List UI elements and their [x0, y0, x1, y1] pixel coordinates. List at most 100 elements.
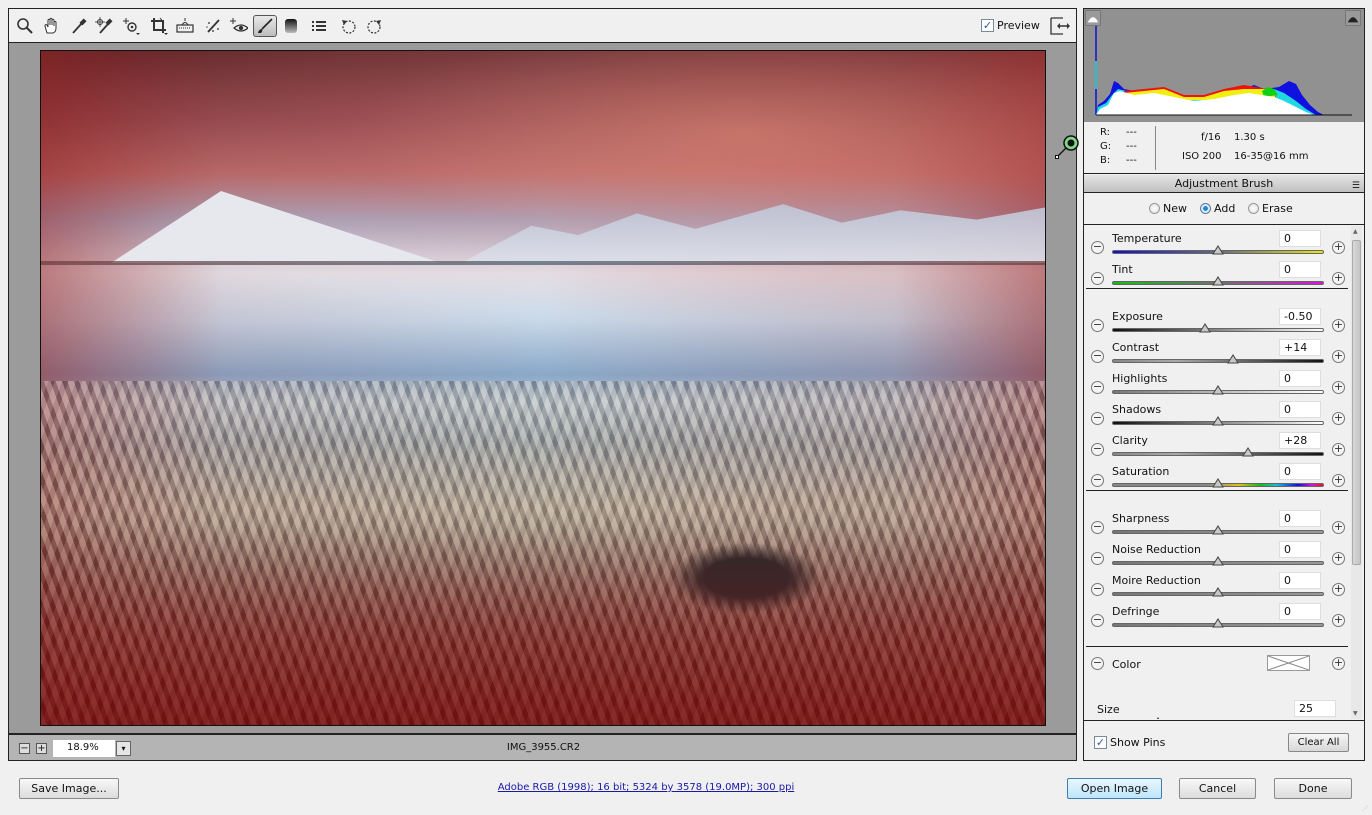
contrast-value-field[interactable]: +14 — [1279, 339, 1321, 356]
graduated-filter-tool-button[interactable] — [279, 15, 303, 37]
shadows-thumb[interactable] — [1212, 415, 1224, 426]
exposure-thumb[interactable] — [1199, 322, 1212, 333]
defringe-label: Defringe — [1112, 605, 1160, 618]
checkbox-checked-icon[interactable]: ✓ — [1094, 736, 1107, 749]
cancel-button[interactable]: Cancel — [1179, 778, 1256, 799]
increase-sharpness-button[interactable]: + — [1332, 521, 1345, 534]
moire-reduction-value-field[interactable]: 0 — [1279, 572, 1321, 589]
adjustment-pin[interactable] — [1054, 134, 1080, 160]
color-swatch[interactable] — [1267, 655, 1310, 671]
noise-reduction-thumb[interactable] — [1212, 555, 1224, 566]
scrollbar-thumb[interactable] — [1352, 240, 1361, 565]
temperature-value-field[interactable]: 0 — [1279, 230, 1321, 247]
increase-defringe-button[interactable]: + — [1332, 614, 1345, 627]
open-image-button[interactable]: Open Image — [1067, 778, 1162, 799]
decrease-noise-reduction-button[interactable]: − — [1091, 552, 1104, 565]
contrast-track[interactable] — [1112, 359, 1324, 363]
increase-moire-reduction-button[interactable]: + — [1332, 583, 1345, 596]
noise-reduction-value-field[interactable]: 0 — [1279, 541, 1321, 558]
decrease-tint-button[interactable]: − — [1091, 272, 1104, 285]
clarity-thumb[interactable] — [1241, 446, 1254, 457]
crop-tool-button[interactable] — [147, 15, 171, 37]
highlight-clipping-warning-button[interactable] — [1345, 10, 1361, 26]
defringe-thumb[interactable] — [1212, 617, 1224, 628]
decrease-highlights-button[interactable]: − — [1091, 381, 1104, 394]
size-value-field[interactable]: 25 — [1294, 700, 1336, 717]
tint-thumb[interactable] — [1212, 275, 1224, 286]
photo-preview[interactable] — [40, 50, 1046, 726]
highlights-thumb[interactable] — [1212, 384, 1224, 395]
shadows-value-field[interactable]: 0 — [1279, 401, 1321, 418]
radio-icon[interactable] — [1149, 203, 1160, 214]
resize-grip-icon[interactable]: ⋰ — [1362, 805, 1368, 812]
increase-noise-reduction-button[interactable]: + — [1332, 552, 1345, 565]
decrease-saturation-button[interactable]: − — [1091, 474, 1104, 487]
shadow-clipping-warning-button[interactable] — [1085, 10, 1101, 26]
clarity-value-field[interactable]: +28 — [1279, 432, 1321, 449]
increase-clarity-button[interactable]: + — [1332, 443, 1345, 456]
decrease-exposure-button[interactable]: − — [1091, 319, 1104, 332]
mode-erase[interactable]: Erase — [1248, 202, 1293, 215]
fullscreen-toggle-button[interactable] — [1049, 16, 1071, 36]
show-pins-checkbox[interactable]: ✓ Show Pins — [1094, 736, 1165, 749]
red-eye-tool-button[interactable] — [227, 15, 251, 37]
image-canvas[interactable] — [8, 42, 1080, 734]
increase-temperature-button[interactable]: + — [1332, 241, 1345, 254]
clear-all-button[interactable]: Clear All — [1288, 733, 1349, 752]
mode-new[interactable]: New — [1149, 202, 1187, 215]
color-sampler-tool-button[interactable] — [92, 15, 116, 37]
scroll-up-icon[interactable]: ▲ — [1353, 228, 1358, 235]
sharpness-thumb[interactable] — [1212, 524, 1224, 535]
decrease-contrast-button[interactable]: − — [1091, 350, 1104, 363]
clarity-track[interactable] — [1112, 452, 1324, 456]
size-thumb[interactable] — [1152, 716, 1164, 719]
workflow-options-text[interactable]: Adobe RGB (1998); 16 bit; 5324 by 3578 (… — [498, 782, 795, 793]
saturation-value-field[interactable]: 0 — [1279, 463, 1321, 480]
decrease-shadows-button[interactable]: − — [1091, 412, 1104, 425]
checkbox-checked-icon[interactable]: ✓ — [981, 19, 994, 32]
increase-exposure-button[interactable]: + — [1332, 319, 1345, 332]
temperature-thumb[interactable] — [1212, 244, 1224, 255]
decrease-moire-reduction-button[interactable]: − — [1091, 583, 1104, 596]
decrease-defringe-button[interactable]: − — [1091, 614, 1104, 627]
preferences-button[interactable] — [307, 15, 331, 37]
decrease-color-button[interactable]: − — [1091, 657, 1104, 670]
exposure-value-field[interactable]: -0.50 — [1279, 308, 1321, 325]
mode-add[interactable]: Add — [1200, 202, 1235, 215]
tint-value-field[interactable]: 0 — [1279, 261, 1321, 278]
defringe-value-field[interactable]: 0 — [1279, 603, 1321, 620]
gradient-icon — [285, 19, 297, 33]
preview-checkbox[interactable]: ✓ Preview — [981, 19, 1040, 32]
increase-contrast-button[interactable]: + — [1332, 350, 1345, 363]
rotate-cw-button[interactable] — [362, 15, 386, 37]
scroll-down-icon[interactable]: ▼ — [1353, 710, 1358, 717]
increase-color-button[interactable]: + — [1332, 657, 1345, 670]
adjustment-brush-tool-button[interactable] — [253, 15, 277, 37]
sharpness-value-field[interactable]: 0 — [1279, 510, 1321, 527]
highlights-value-field[interactable]: 0 — [1279, 370, 1321, 387]
increase-shadows-button[interactable]: + — [1332, 412, 1345, 425]
decrease-clarity-button[interactable]: − — [1091, 443, 1104, 456]
radio-selected-icon[interactable] — [1200, 203, 1211, 214]
decrease-sharpness-button[interactable]: − — [1091, 521, 1104, 534]
panel-menu-icon[interactable]: ☰ — [1352, 178, 1360, 195]
done-button[interactable]: Done — [1274, 778, 1352, 799]
hand-tool-button[interactable] — [39, 15, 63, 37]
spot-removal-tool-button[interactable] — [201, 15, 225, 37]
increase-highlights-button[interactable]: + — [1332, 381, 1345, 394]
targeted-adjustment-tool-button[interactable] — [119, 15, 143, 37]
zoom-tool-button[interactable] — [13, 15, 37, 37]
exposure-track[interactable] — [1112, 328, 1324, 332]
radio-icon[interactable] — [1248, 203, 1259, 214]
contrast-thumb[interactable] — [1226, 353, 1239, 364]
increase-saturation-button[interactable]: + — [1332, 474, 1345, 487]
mode-add-label: Add — [1214, 202, 1236, 215]
straighten-tool-button[interactable] — [173, 15, 197, 37]
increase-tint-button[interactable]: + — [1332, 272, 1345, 285]
moire-reduction-thumb[interactable] — [1212, 586, 1224, 597]
decrease-temperature-button[interactable]: − — [1091, 241, 1104, 254]
panel-scrollbar[interactable]: ▲ ▼ — [1351, 226, 1362, 719]
saturation-thumb[interactable] — [1212, 477, 1224, 488]
rotate-ccw-button[interactable] — [337, 15, 361, 37]
white-balance-tool-button[interactable] — [67, 15, 91, 37]
